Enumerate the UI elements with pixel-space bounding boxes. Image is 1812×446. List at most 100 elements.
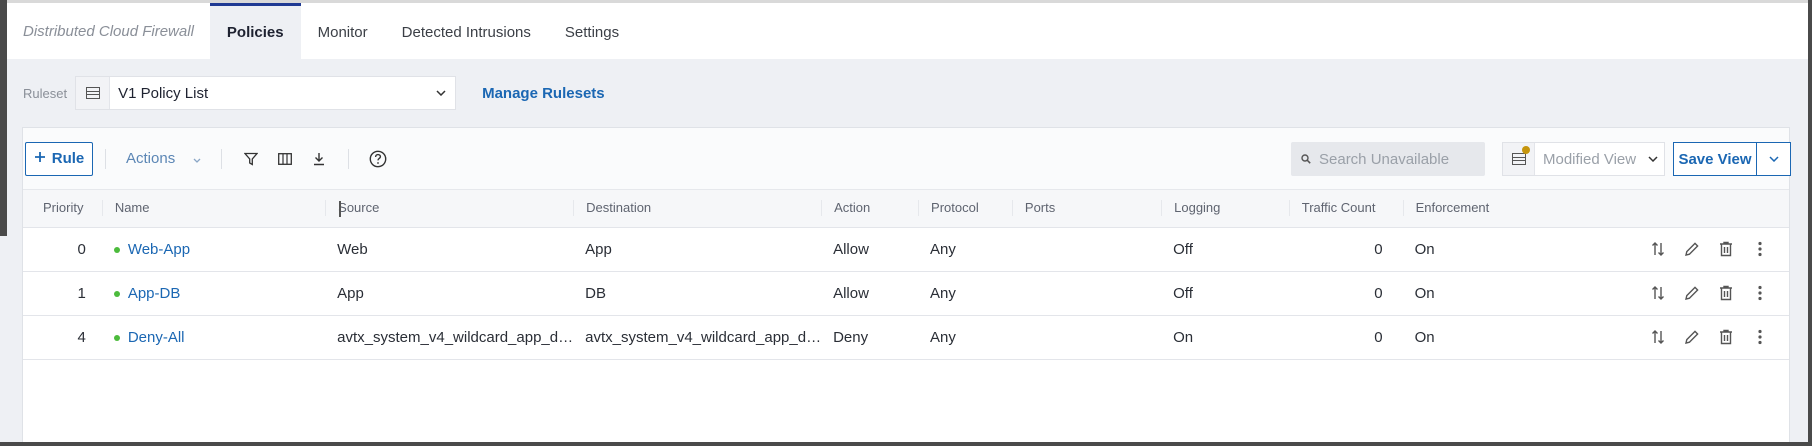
- rule-name-link[interactable]: App-DB: [128, 285, 181, 302]
- policies-panel: Rule Actions Search Unavailable Modified…: [22, 127, 1791, 442]
- rule-name-link[interactable]: Web-App: [128, 241, 190, 258]
- view-select[interactable]: Modified View: [1502, 142, 1665, 176]
- table-header-row: Priority Name Source Destination Action …: [23, 190, 1789, 228]
- name-cell: App-DB: [101, 271, 326, 316]
- name-cell: Web-App: [101, 227, 326, 272]
- traffic-count-cell: 0: [1288, 227, 1403, 272]
- ports-cell: [1011, 271, 1162, 316]
- add-rule-label: Rule: [51, 150, 85, 167]
- filter-icon[interactable]: [234, 142, 268, 176]
- manage-rulesets-link[interactable]: Manage Rulesets: [482, 85, 605, 102]
- delete-icon[interactable]: [1715, 282, 1737, 304]
- tab-detected-intrusions[interactable]: Detected Intrusions: [385, 3, 548, 59]
- table-row[interactable]: 4 Deny-All avtx_system_v4_wildcard_app_d…: [23, 315, 1789, 360]
- column-resize-handle[interactable]: [339, 201, 341, 217]
- traffic-count-cell: 0: [1288, 315, 1403, 360]
- reorder-icon[interactable]: [1647, 282, 1669, 304]
- download-icon[interactable]: [302, 142, 336, 176]
- ruleset-select[interactable]: V1 Policy List: [75, 76, 457, 110]
- modified-indicator: [1522, 146, 1530, 154]
- enforcement-cell: On: [1402, 271, 1789, 316]
- ports-cell: [1011, 227, 1162, 272]
- status-dot: [113, 334, 120, 341]
- search-input[interactable]: Search Unavailable: [1291, 142, 1485, 176]
- destination-cell: DB: [573, 271, 822, 316]
- actions-label: Actions: [126, 150, 176, 167]
- divider: [105, 148, 106, 169]
- column-header-priority[interactable]: Priority: [23, 190, 102, 228]
- source-cell: Web: [325, 227, 574, 272]
- column-header-logging[interactable]: Logging: [1161, 190, 1289, 228]
- source-cell: avtx_system_v4_wildcard_app_d…: [325, 315, 574, 360]
- column-header-ports[interactable]: Ports: [1011, 190, 1162, 228]
- logging-cell: Off: [1161, 271, 1289, 316]
- enforcement-value: On: [1414, 328, 1435, 346]
- save-view-button[interactable]: Save View: [1673, 142, 1757, 176]
- more-options-icon[interactable]: [1749, 238, 1771, 260]
- priority-cell: 1: [23, 271, 102, 316]
- destination-cell: App: [573, 227, 822, 272]
- policies-table: Priority Name Source Destination Action …: [23, 190, 1789, 360]
- search-placeholder: Search Unavailable: [1319, 150, 1450, 168]
- protocol-cell: Any: [918, 315, 1012, 360]
- window-frame: Distributed Cloud Firewall Policies Moni…: [0, 0, 1812, 446]
- frame-edge: [0, 0, 7, 236]
- delete-icon[interactable]: [1715, 326, 1737, 348]
- more-options-icon[interactable]: [1749, 282, 1771, 304]
- reorder-icon[interactable]: [1647, 238, 1669, 260]
- action-cell: Deny: [821, 315, 919, 360]
- help-icon[interactable]: [361, 142, 395, 176]
- row-actions: [1647, 326, 1789, 348]
- delete-icon[interactable]: [1715, 238, 1737, 260]
- chevron-down-icon: [1642, 156, 1664, 162]
- column-header-source[interactable]: Source: [325, 190, 574, 228]
- table-row[interactable]: 1 App-DB App DB Allow Any Off 0 On: [23, 271, 1789, 316]
- enforcement-value: On: [1414, 240, 1435, 258]
- protocol-cell: Any: [918, 271, 1012, 316]
- actions-dropdown[interactable]: Actions: [118, 150, 209, 167]
- ports-cell: [1011, 315, 1162, 360]
- save-view-dropdown[interactable]: [1757, 142, 1791, 176]
- tab-monitor[interactable]: Monitor: [301, 3, 385, 59]
- edit-icon[interactable]: [1681, 282, 1703, 304]
- column-header-destination[interactable]: Destination: [573, 190, 822, 228]
- rule-name-link[interactable]: Deny-All: [128, 329, 185, 346]
- table-toolbar: Rule Actions Search Unavailable Modified…: [23, 128, 1791, 190]
- column-header-name[interactable]: Name: [101, 190, 326, 228]
- destination-cell: avtx_system_v4_wildcard_app_d…: [573, 315, 822, 360]
- status-dot: [113, 290, 120, 297]
- ruleset-label: Ruleset: [23, 85, 68, 101]
- view-list-icon: [1503, 143, 1535, 175]
- list-icon: [76, 77, 111, 109]
- ruleset-bar: Ruleset V1 Policy List Manage Rulesets: [7, 59, 1808, 127]
- divider: [348, 148, 350, 169]
- chevron-down-icon: [193, 150, 201, 167]
- app-title: Distributed Cloud Firewall: [23, 22, 194, 40]
- reorder-icon[interactable]: [1647, 326, 1669, 348]
- chevron-down-icon: [1768, 156, 1779, 162]
- priority-cell: 4: [23, 315, 102, 360]
- table-row[interactable]: 0 Web-App Web App Allow Any Off 0 On: [23, 227, 1789, 272]
- view-value: Modified View: [1543, 150, 1637, 168]
- column-header-enforcement[interactable]: Enforcement: [1402, 190, 1789, 228]
- column-header-action[interactable]: Action: [821, 190, 919, 228]
- column-header-protocol[interactable]: Protocol: [918, 190, 1012, 228]
- action-cell: Allow: [821, 271, 919, 316]
- row-actions: [1647, 238, 1789, 260]
- chevron-down-icon: [427, 90, 455, 96]
- more-options-icon[interactable]: [1749, 326, 1771, 348]
- tab-settings[interactable]: Settings: [548, 3, 636, 59]
- row-actions: [1647, 282, 1789, 304]
- logging-cell: Off: [1161, 227, 1289, 272]
- status-dot: [113, 246, 120, 253]
- columns-icon[interactable]: [268, 142, 302, 176]
- ruleset-value: V1 Policy List: [118, 84, 209, 102]
- action-cell: Allow: [821, 227, 919, 272]
- tab-policies[interactable]: Policies: [209, 3, 301, 59]
- column-header-traffic-count[interactable]: Traffic Count: [1288, 190, 1403, 228]
- enforcement-value: On: [1414, 284, 1435, 302]
- edit-icon[interactable]: [1681, 238, 1703, 260]
- edit-icon[interactable]: [1681, 326, 1703, 348]
- add-rule-button[interactable]: Rule: [25, 141, 93, 176]
- divider: [221, 148, 223, 169]
